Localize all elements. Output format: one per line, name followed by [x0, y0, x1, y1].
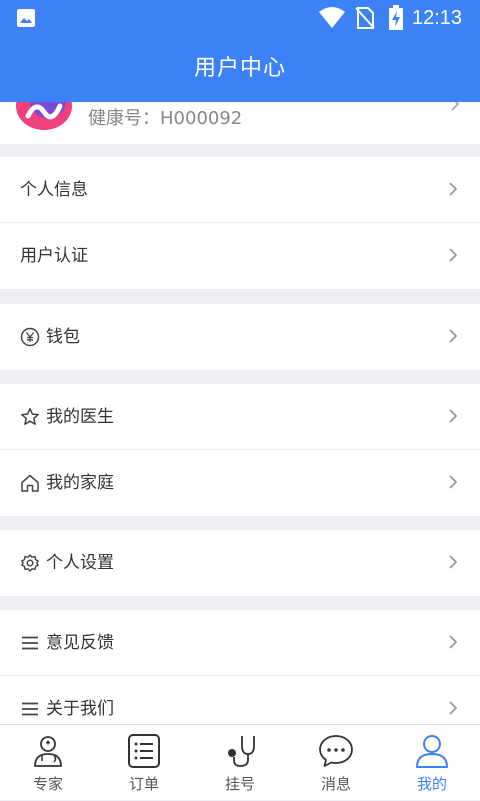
stethoscope-icon	[228, 736, 255, 767]
chevron-right-icon	[449, 635, 458, 649]
tab-label: 消息	[320, 775, 351, 793]
bottom-tab-bar: 专家 订单 挂号 消息 我的	[0, 724, 480, 800]
menu-item-feedback[interactable]: 意见反馈	[0, 610, 480, 676]
no-sim-icon	[355, 7, 375, 29]
chevron-right-icon	[449, 555, 458, 569]
menu-item-wallet[interactable]: 钱包	[0, 304, 480, 370]
doctor-icon	[34, 736, 62, 767]
user-icon	[416, 735, 448, 768]
chevron-right-icon	[449, 329, 458, 343]
list-icon	[128, 734, 160, 768]
tab-label: 订单	[128, 775, 159, 793]
page-title: 用户中心	[193, 56, 286, 81]
menu-item-label: 用户认证	[20, 246, 88, 266]
tab-registration[interactable]: 挂号	[192, 725, 288, 801]
menu-group-account: 个人信息 用户认证	[0, 157, 480, 289]
home-icon	[21, 474, 39, 492]
app-header: 用户中心	[0, 36, 480, 102]
gear-icon	[21, 554, 39, 572]
menu-item-label: 钱包	[46, 327, 80, 347]
menu-group-about: 意见反馈 关于我们	[0, 610, 480, 742]
menu-item-personal-info[interactable]: 个人信息	[0, 157, 480, 223]
image-icon	[17, 9, 35, 27]
menu-group-settings: 个人设置	[0, 530, 480, 596]
health-id: 健康号：H000092	[88, 108, 243, 129]
avatar	[16, 102, 72, 130]
chevron-right-icon	[449, 475, 458, 489]
tab-label: 专家	[32, 775, 63, 793]
menu-group-wallet: 钱包	[0, 304, 480, 370]
tab-label: 我的	[416, 775, 447, 793]
profile-card[interactable]: 健康号：H000092	[0, 102, 480, 144]
star-icon	[21, 408, 39, 425]
menu-item-label: 个人设置	[46, 553, 114, 573]
menu-item-my-doctors[interactable]: 我的医生	[0, 384, 480, 450]
menu-item-label: 个人信息	[20, 180, 88, 200]
wifi-icon	[319, 7, 345, 28]
chevron-right-icon	[449, 701, 458, 715]
tab-label: 挂号	[224, 775, 255, 793]
menu-item-my-family[interactable]: 我的家庭	[0, 450, 480, 516]
menu-item-label: 我的医生	[46, 407, 114, 427]
chat-icon	[319, 735, 353, 767]
yuan-icon	[20, 327, 40, 347]
menu-item-personal-settings[interactable]: 个人设置	[0, 530, 480, 596]
chevron-right-icon	[449, 409, 458, 423]
status-time: 12:13	[412, 7, 463, 29]
chevron-right-icon	[449, 248, 458, 262]
tab-messages[interactable]: 消息	[288, 725, 384, 801]
menu-group-doctors: 我的医生 我的家庭	[0, 384, 480, 516]
tab-mine[interactable]: 我的	[384, 725, 480, 801]
status-bar: 12:13	[0, 0, 480, 36]
menu-item-user-verification[interactable]: 用户认证	[0, 223, 480, 289]
menu-icon	[22, 702, 38, 716]
battery-charging-icon	[389, 5, 403, 30]
chevron-right-icon	[449, 182, 458, 196]
tab-orders[interactable]: 订单	[96, 725, 192, 801]
menu-item-label: 意见反馈	[46, 633, 114, 653]
tab-experts[interactable]: 专家	[0, 725, 96, 801]
menu-item-label: 我的家庭	[46, 473, 114, 493]
chevron-right-icon	[451, 102, 460, 111]
menu-icon	[22, 636, 38, 650]
